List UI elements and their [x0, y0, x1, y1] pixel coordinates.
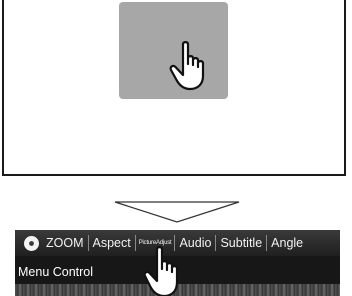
touch-area[interactable] — [119, 2, 228, 99]
pointing-hand-icon — [169, 41, 205, 91]
illustration: ZOOM Aspect PictureAdjust Audio Subtitle… — [0, 0, 352, 296]
menu-item-angle[interactable]: Angle — [266, 235, 307, 251]
menu-item-subtitle[interactable]: Subtitle — [215, 235, 266, 251]
disc-icon[interactable] — [23, 235, 40, 252]
monitor-screen — [2, 0, 346, 176]
menu-control-label: Menu Control — [18, 265, 94, 279]
menu-item-zoom[interactable]: ZOOM — [46, 235, 88, 251]
menu-item-aspect[interactable]: Aspect — [87, 235, 135, 251]
down-arrow-icon — [114, 201, 240, 223]
pointing-hand-icon — [143, 246, 179, 296]
player-screen: ZOOM Aspect PictureAdjust Audio Subtitle… — [15, 230, 340, 296]
